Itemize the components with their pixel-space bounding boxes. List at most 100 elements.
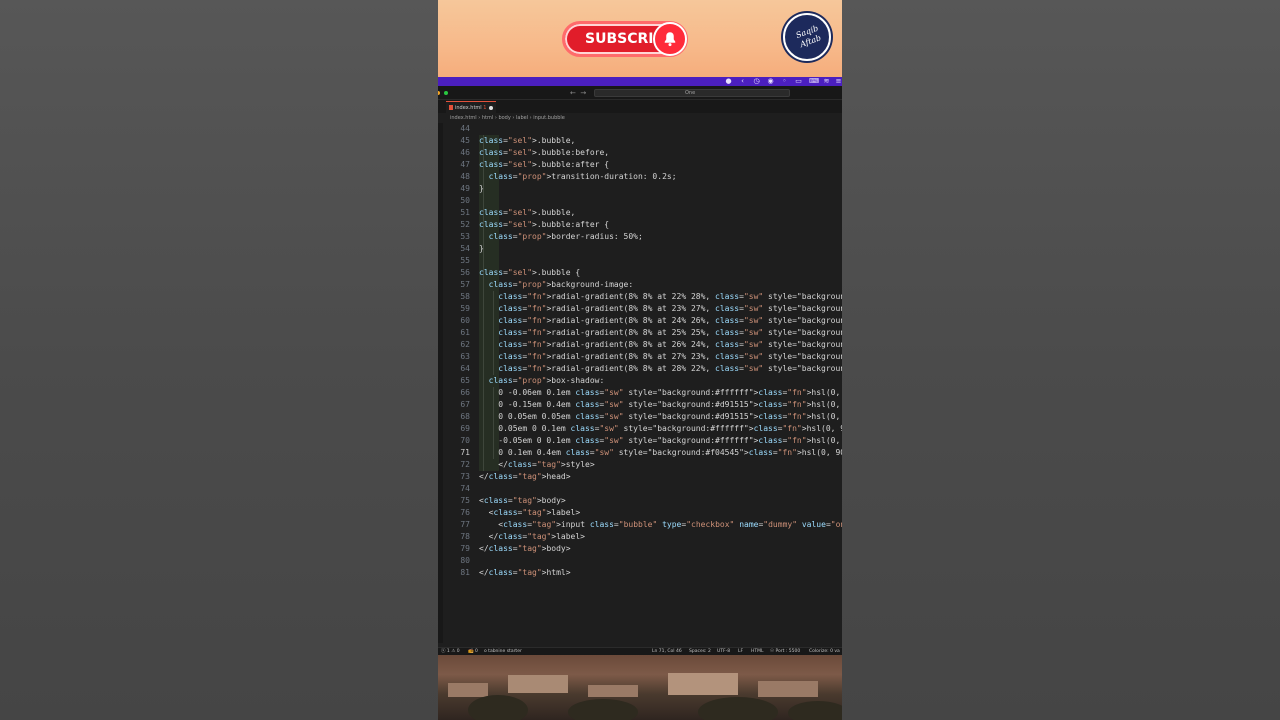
- tab-label: index.html 1: [455, 105, 487, 111]
- problems-indicator[interactable]: ⓧ 1 ⚠ 0: [441, 648, 460, 655]
- encoding[interactable]: UTF-8: [717, 648, 730, 655]
- line-number: 72: [460, 460, 470, 469]
- breadcrumb-item[interactable]: input.bubble: [533, 115, 565, 121]
- code-line[interactable]: 0 -0.06em 0.1em class="sw" style="backgr…: [479, 387, 842, 399]
- line-number: 75: [460, 496, 470, 505]
- code-line[interactable]: }: [479, 183, 484, 195]
- building-shape: [668, 673, 738, 695]
- code-line[interactable]: }: [479, 243, 484, 255]
- display-icon[interactable]: ◉: [767, 78, 774, 85]
- line-number: 64: [460, 364, 470, 373]
- code-line[interactable]: 0.05em 0 0.1em class="sw" style="backgro…: [479, 423, 842, 435]
- ports-indicator[interactable]: 📻 0: [468, 648, 478, 655]
- code-line[interactable]: class="prop">transition-duration: 0.2s;: [479, 171, 677, 183]
- zoom-button[interactable]: [444, 91, 448, 95]
- code-line[interactable]: class="sel">.bubble:before,: [479, 147, 609, 159]
- code-line[interactable]: <class="tag">body>: [479, 495, 566, 507]
- background-photo: [438, 655, 842, 720]
- command-center-label: One: [685, 90, 696, 96]
- top-banner: SUBSCRIBE Saqib Aftab: [438, 0, 842, 77]
- line-number: 76: [460, 508, 470, 517]
- code-line[interactable]: 0 0.05em 0.05em class="sw" style="backgr…: [479, 411, 842, 423]
- battery-icon[interactable]: ▭: [795, 78, 802, 85]
- line-number: 81: [460, 568, 470, 577]
- code-line[interactable]: </class="tag">head>: [479, 471, 571, 483]
- line-number: 50: [460, 196, 470, 205]
- control-center-icon[interactable]: ≡: [835, 78, 842, 85]
- line-number: 79: [460, 544, 470, 553]
- line-number: 54: [460, 244, 470, 253]
- subscribe-button[interactable]: SUBSCRIBE: [562, 21, 688, 57]
- code-line[interactable]: class="prop">background-image:: [479, 279, 634, 291]
- code-line[interactable]: class="prop">box-shadow:: [479, 375, 605, 387]
- code-line[interactable]: </class="tag">body>: [479, 543, 571, 555]
- breadcrumb-item[interactable]: body: [498, 115, 510, 121]
- tab-index-html[interactable]: index.html 1: [446, 101, 496, 113]
- line-number: 57: [460, 280, 470, 289]
- record-icon[interactable]: ●: [725, 78, 732, 85]
- unsaved-dot-icon[interactable]: [489, 106, 493, 110]
- code-line[interactable]: class="fn">radial-gradient(8% 8% at 28% …: [479, 363, 842, 375]
- line-number: 56: [460, 268, 470, 277]
- left-blurred-background: [0, 0, 438, 720]
- indentation[interactable]: Spaces: 2: [689, 648, 711, 655]
- code-line[interactable]: class="fn">radial-gradient(8% 8% at 25% …: [479, 327, 842, 339]
- breadcrumb-item[interactable]: label: [516, 115, 528, 121]
- code-line[interactable]: class="sel">.bubble {: [479, 267, 580, 279]
- code-line[interactable]: class="fn">radial-gradient(8% 8% at 23% …: [479, 303, 842, 315]
- line-number: 53: [460, 232, 470, 241]
- cursor-position[interactable]: Ln 71, Col 46: [652, 648, 682, 655]
- tree-shape: [788, 701, 842, 720]
- live-server-port[interactable]: ☉ Port : 5500: [770, 648, 800, 655]
- line-number: 73: [460, 472, 470, 481]
- code-line[interactable]: class="fn">radial-gradient(8% 8% at 24% …: [479, 315, 842, 327]
- line-number: 77: [460, 520, 470, 529]
- line-number: 74: [460, 484, 470, 493]
- wifi-icon[interactable]: ≋: [823, 78, 830, 85]
- line-number: 70: [460, 436, 470, 445]
- tabnine-status[interactable]: o tabnine starter: [484, 648, 522, 655]
- nav-arrows[interactable]: ← →: [570, 89, 586, 97]
- code-line[interactable]: class="sel">.bubble,: [479, 207, 575, 219]
- code-line[interactable]: class="sel">.bubble:after {: [479, 159, 609, 171]
- tree-shape: [468, 695, 528, 720]
- code-line[interactable]: -0.05em 0 0.1em class="sw" style="backgr…: [479, 435, 842, 447]
- code-line[interactable]: class="prop">border-radius: 50%;: [479, 231, 643, 243]
- colorize-status[interactable]: Colorize: 0 va: [809, 648, 840, 655]
- code-line[interactable]: class="fn">radial-gradient(8% 8% at 26% …: [479, 339, 842, 351]
- eol[interactable]: LF: [738, 648, 743, 655]
- code-line[interactable]: class="fn">radial-gradient(8% 8% at 22% …: [479, 291, 842, 303]
- chevron-left-icon[interactable]: ‹: [739, 78, 746, 85]
- breadcrumb-item[interactable]: html: [482, 115, 493, 121]
- line-number: 45: [460, 136, 470, 145]
- command-center[interactable]: One: [594, 89, 790, 97]
- line-number: 78: [460, 532, 470, 541]
- line-number: 67: [460, 400, 470, 409]
- code-line[interactable]: </class="tag">html>: [479, 567, 571, 579]
- code-editor[interactable]: 44 45 class="sel">.bubble, 46 class="sel">.b…: [438, 123, 842, 643]
- code-line[interactable]: 0 0.1em 0.4em class="sw" style="backgrou…: [479, 447, 842, 459]
- code-line[interactable]: class="sel">.bubble,: [479, 135, 575, 147]
- code-line[interactable]: </class="tag">style>: [479, 459, 594, 471]
- logo-signature: Saqib Aftab: [794, 23, 823, 50]
- code-line[interactable]: class="fn">radial-gradient(8% 8% at 27% …: [479, 351, 842, 363]
- code-line[interactable]: 0 -0.15em 0.4em class="sw" style="backgr…: [479, 399, 842, 411]
- line-number: 69: [460, 424, 470, 433]
- clock-icon[interactable]: ◷: [753, 78, 760, 85]
- code-line[interactable]: class="sel">.bubble:after {: [479, 219, 609, 231]
- html-file-icon: [449, 105, 453, 110]
- editor-titlebar: ← → One: [438, 86, 842, 100]
- mic-icon[interactable]: ◦: [781, 78, 788, 85]
- line-number: 62: [460, 340, 470, 349]
- line-number: 46: [460, 148, 470, 157]
- code-line[interactable]: <class="tag">input class="bubble" type="…: [479, 519, 842, 531]
- minimize-button[interactable]: [438, 91, 440, 95]
- breadcrumb-item[interactable]: index.html: [450, 115, 477, 121]
- code-line[interactable]: <class="tag">label>: [479, 507, 581, 519]
- language-mode[interactable]: HTML: [751, 648, 764, 655]
- line-number: 68: [460, 412, 470, 421]
- line-number: 65: [460, 376, 470, 385]
- bell-icon: [653, 22, 687, 56]
- code-line[interactable]: </class="tag">label>: [479, 531, 585, 543]
- keyboard-icon[interactable]: ⌨: [809, 78, 819, 85]
